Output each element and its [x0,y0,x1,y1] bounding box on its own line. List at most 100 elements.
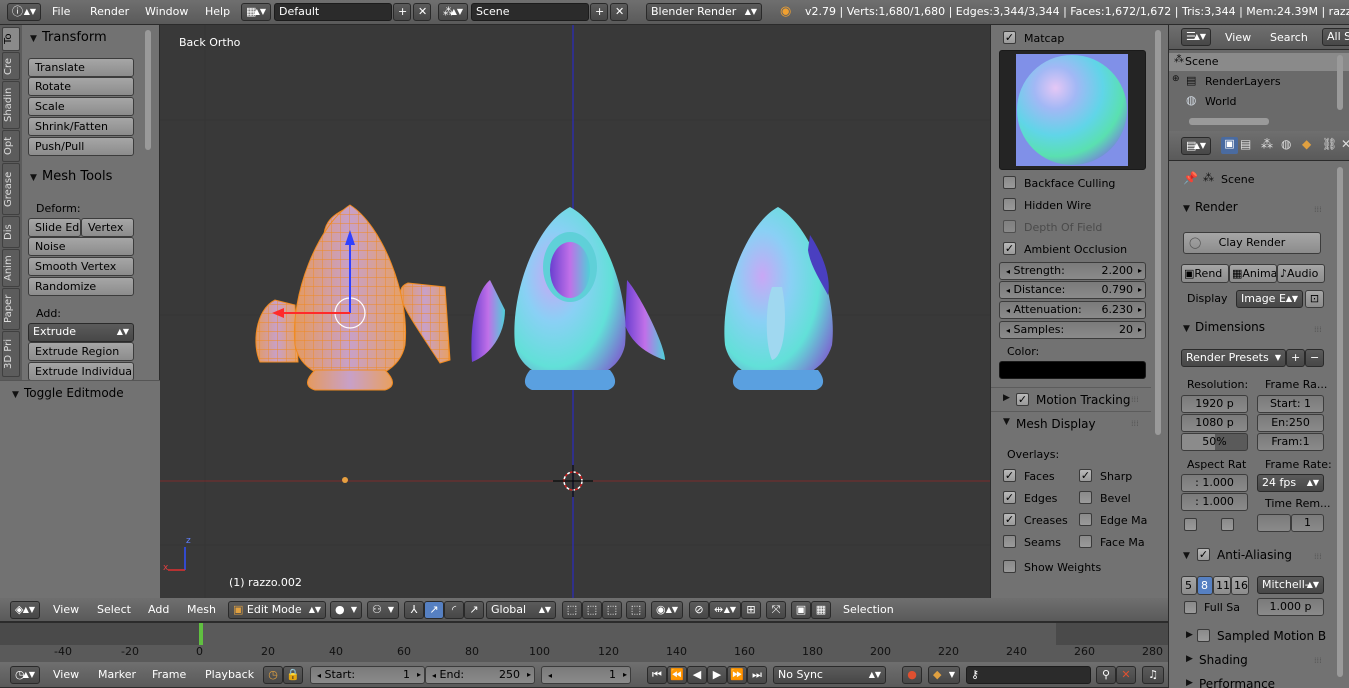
tool-shelf-scrollbar[interactable] [145,30,151,150]
outliner-vscrollbar[interactable] [1337,55,1343,110]
outliner-item-world[interactable]: ◍ World [1169,93,1349,111]
transform-orientation-dropdown[interactable]: Global ▲▼ [486,601,556,619]
faces-overlay-checkbox[interactable]: ✓ [1003,469,1016,482]
mesh-display-header[interactable]: ▼ Mesh Display ⁞⁞⁞ [991,411,1151,435]
properties-region-scrollbar[interactable] [1155,30,1161,435]
viewport-menu-view[interactable]: View [53,603,79,616]
tab-create[interactable]: Cre [2,52,20,80]
modifiers-tab-icon[interactable]: ✕ [1341,137,1349,151]
transform-panel-header[interactable]: ▼ Transform [30,27,107,47]
play-reverse-button[interactable]: ◀ [687,666,707,684]
ao-attenuation-field[interactable]: ◂ Attenuation: 6.230 ▸ [999,301,1146,319]
full-sample-checkbox[interactable] [1184,601,1197,614]
pivot-point-dropdown[interactable]: ⚇ ▼ [367,601,399,619]
frame-start-field[interactable]: Start: 1 [1257,395,1324,413]
world-tab-icon[interactable]: ◍ [1281,137,1291,151]
start-frame-field[interactable]: ◂ Start: 1 ▸ [310,666,425,684]
render-animation-button[interactable]: ▦Anima [1229,264,1277,283]
tab-grease-pencil[interactable]: Grease [2,163,20,215]
outliner-filter-dropdown[interactable]: All Sc [1322,28,1349,46]
motion-tracking-checkbox[interactable]: ✓ [1016,393,1029,406]
render-audio-button[interactable]: ♪Audio [1277,264,1325,283]
jump-keyframe-forward-button[interactable]: ⏩ [727,666,747,684]
translate-manipulator-button[interactable]: ↗ [424,601,444,619]
ao-color-swatch[interactable] [999,361,1146,379]
creases-overlay-checkbox[interactable]: ✓ [1003,513,1016,526]
toggle-editmode-header[interactable]: ▼ Toggle Editmode [12,383,124,403]
jump-end-button[interactable]: ⏭ [747,666,767,684]
aspect-x-field[interactable]: : 1.000 [1181,474,1248,492]
manipulator-toggle-button[interactable]: ⅄ [404,601,424,619]
outliner-editor-type-button[interactable]: ☰ ▲▼ [1181,28,1211,46]
3d-cursor-icon[interactable] [553,465,593,497]
render-properties-scrollbar[interactable] [1337,167,1343,677]
rotate-manipulator-button[interactable]: ◜ [444,601,464,619]
matcap-checkbox[interactable]: ✓ [1003,31,1016,44]
mesh-tools-panel-header[interactable]: ▼ Mesh Tools [30,166,112,186]
properties-editor-type-button[interactable]: ▤ ▲▼ [1181,137,1211,155]
render-panel-header[interactable]: ▼ Render [1183,197,1238,217]
ao-samples-field[interactable]: ◂ Samples: 20 ▸ [999,321,1146,339]
outliner-menu-search[interactable]: Search [1270,31,1308,44]
resolution-y-field[interactable]: 1080 p [1181,414,1248,432]
timeline-menu-marker[interactable]: Marker [98,668,136,681]
ao-distance-field[interactable]: ◂ Distance: 0.790 ▸ [999,281,1146,299]
scale-button[interactable]: Scale [28,97,134,116]
viewport-menu-select[interactable]: Select [97,603,131,616]
aa-samples-11-button[interactable]: 11 [1213,576,1231,595]
tab-display[interactable]: Dis [2,216,20,248]
noise-button[interactable]: Noise [28,237,134,256]
extrude-individual-button[interactable]: Extrude Individual [28,362,134,381]
menu-file[interactable]: File [52,5,70,18]
end-frame-field[interactable]: ◂ End: 250 ▸ [425,666,535,684]
scene-name-field[interactable]: Scene [471,3,589,21]
aa-samples-8-button[interactable]: 8 [1197,576,1213,595]
remove-layout-button[interactable]: ✕ [413,3,431,21]
audio-scrub-button[interactable]: ♫ [1142,666,1164,684]
render-engine-dropdown[interactable]: Blender Render ▲▼ [646,3,762,21]
limit-selection-button[interactable]: ⬚ [626,601,646,619]
sampled-motion-blur-header[interactable]: ▶ Sampled Motion Blur [1169,625,1334,647]
randomize-button[interactable]: Randomize [28,277,134,296]
menu-render[interactable]: Render [90,5,129,18]
preview-range-button[interactable]: ◷ [263,666,283,684]
push-pull-button[interactable]: Push/Pull [28,137,134,156]
delete-keyframe-button[interactable]: ✕ [1116,666,1136,684]
mirror-editing-button[interactable]: ⤧ [766,601,786,619]
timeline-menu-frame[interactable]: Frame [152,668,186,681]
scene-type-button[interactable]: ⁂ ▲▼ [438,3,468,21]
resolution-x-field[interactable]: 1920 p [1181,395,1248,413]
motion-tracking-header[interactable]: ▶ ✓ Motion Tracking ⁞⁞⁞ [991,387,1151,411]
viewport-shading-dropdown[interactable]: ● ▼ [330,601,362,619]
resolution-percentage-slider[interactable]: 50% [1181,433,1248,451]
sharp-overlay-checkbox[interactable]: ✓ [1079,469,1092,482]
matcap-preview[interactable] [999,50,1146,170]
viewport[interactable]: Back Ortho (1) razzo.002 z x [160,25,990,598]
jump-keyframe-back-button[interactable]: ⏪ [667,666,687,684]
dimensions-panel-header[interactable]: ▼ Dimensions [1183,317,1265,337]
clay-render-button[interactable]: ◯ Clay Render [1183,232,1321,254]
insert-keyframe-button[interactable]: ⚲ [1096,666,1116,684]
ambient-occlusion-checkbox[interactable]: ✓ [1003,242,1016,255]
show-weights-checkbox[interactable] [1003,560,1016,573]
interaction-mode-dropdown[interactable]: ▣ Edit Mode ▲▼ [228,601,326,619]
lock-frame-button[interactable]: 🔒 [283,666,303,684]
scene-tab-icon[interactable]: ⁂ [1261,137,1273,151]
outliner-menu-view[interactable]: View [1225,31,1251,44]
ao-strength-field[interactable]: ◂ Strength: 2.200 ▸ [999,262,1146,280]
play-button[interactable]: ▶ [707,666,727,684]
vertex-button[interactable]: Vertex [81,218,134,237]
extrude-dropdown[interactable]: Extrude ▲▼ [28,323,134,342]
edge-marks-overlay-checkbox[interactable] [1079,513,1092,526]
bevel-overlay-checkbox[interactable] [1079,491,1092,504]
snap-element-dropdown[interactable]: ⇹ ▲▼ [709,601,741,619]
viewport-menu-add[interactable]: Add [148,603,169,616]
backface-culling-checkbox[interactable] [1003,176,1016,189]
border-checkbox[interactable] [1184,518,1197,531]
render-layers-tab-icon[interactable]: ▤ [1240,137,1251,151]
timeline-editor-type-button[interactable]: ◷ ▲▼ [10,666,40,684]
time-remap-new-field[interactable]: 1 [1291,514,1324,532]
outliner-item-scene[interactable]: ⁂ Scene [1169,53,1349,71]
extrude-region-button[interactable]: Extrude Region [28,342,134,361]
outliner-item-renderlayers[interactable]: ⊕ ▤ RenderLayers [1169,73,1349,91]
